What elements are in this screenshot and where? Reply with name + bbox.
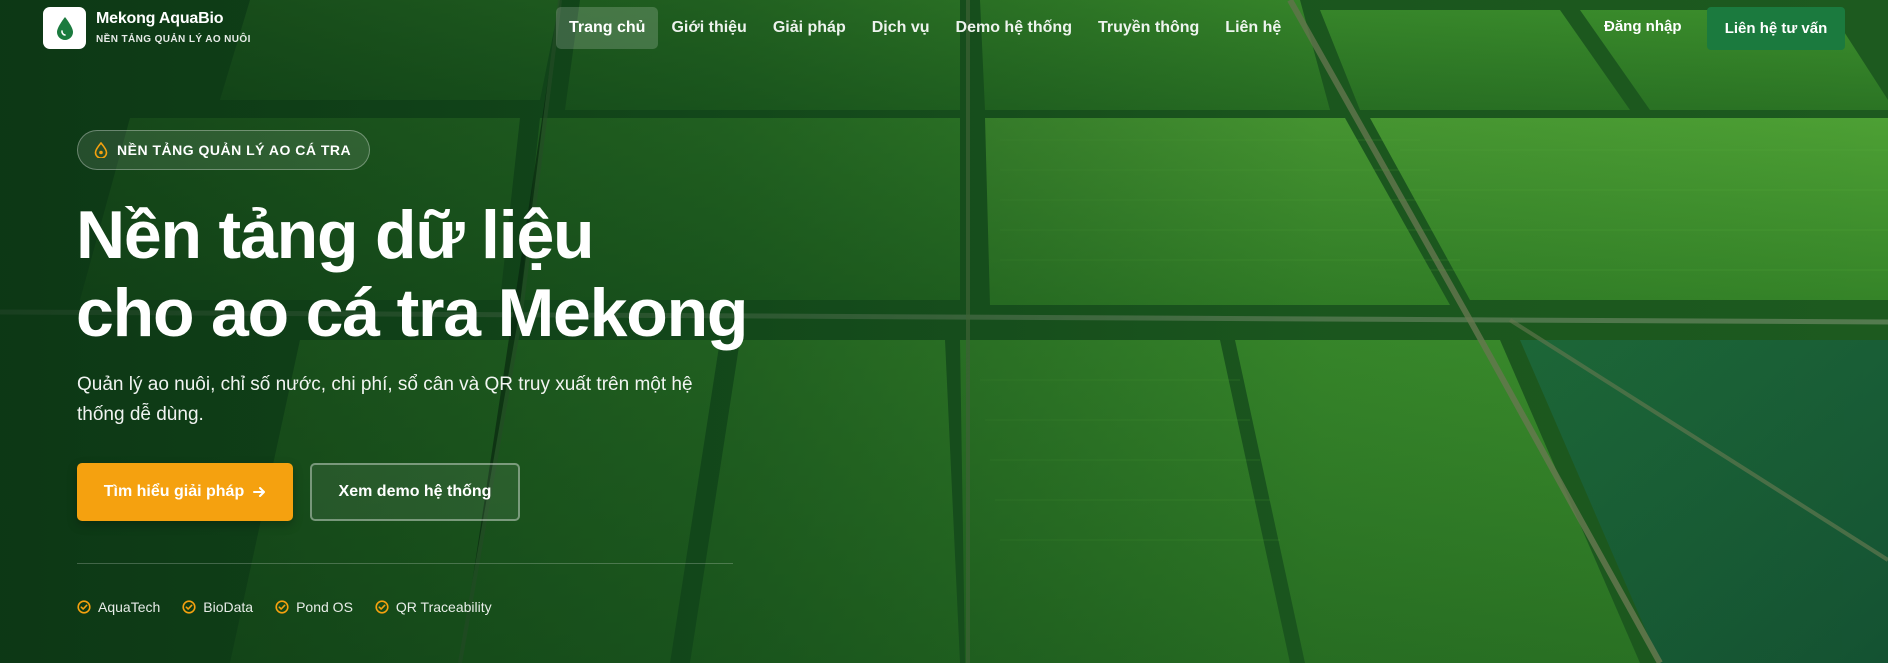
nav-item-about[interactable]: Giới thiệu: [658, 7, 759, 49]
water-drop-icon: [56, 17, 73, 40]
contact-consult-button[interactable]: Liên hệ tư vấn: [1707, 7, 1845, 50]
check-circle-icon: [182, 600, 196, 614]
hero-title: Nền tảng dữ liệu cho ao cá tra Mekong: [76, 196, 748, 352]
feature-label: Pond OS: [296, 599, 353, 615]
nav-item-services[interactable]: Dịch vụ: [859, 7, 943, 49]
check-circle-icon: [375, 600, 389, 614]
hero-title-line-2: cho ao cá tra Mekong: [76, 275, 748, 351]
view-demo-button[interactable]: Xem demo hệ thống: [310, 463, 520, 521]
login-link[interactable]: Đăng nhập: [1604, 18, 1682, 35]
feature-item: AquaTech: [77, 599, 160, 615]
top-navigation-bar: Mekong AquaBio NỀN TẢNG QUẢN LÝ AO NUÔI …: [0, 0, 1888, 56]
brand-name[interactable]: Mekong AquaBio: [96, 10, 223, 28]
feature-item: BioData: [182, 599, 253, 615]
arrow-right-icon: [253, 487, 266, 497]
feature-item: QR Traceability: [375, 599, 492, 615]
explore-solutions-button[interactable]: Tìm hiểu giải pháp: [77, 463, 293, 521]
nav-item-contact[interactable]: Liên hệ: [1212, 7, 1294, 49]
feature-item: Pond OS: [275, 599, 353, 615]
nav-item-solutions[interactable]: Giải pháp: [760, 7, 859, 49]
hero-subtitle: Quản lý ao nuôi, chỉ số nước, chi phí, s…: [77, 374, 693, 425]
feature-label: AquaTech: [98, 599, 161, 615]
brand-logo[interactable]: [43, 7, 86, 49]
nav-item-media[interactable]: Truyền thông: [1085, 7, 1212, 49]
hero-title-line-1: Nền tảng dữ liệu: [76, 197, 595, 273]
hero-badge: NỀN TẢNG QUẢN LÝ AO CÁ TRA: [77, 130, 371, 170]
water-drop-icon: [94, 142, 108, 158]
brand-tagline: NỀN TẢNG QUẢN LÝ AO NUÔI: [96, 34, 251, 45]
nav-item-home[interactable]: Trang chủ: [556, 7, 659, 49]
main-nav: Trang chủ Giới thiệu Giải pháp Dịch vụ D…: [556, 7, 1294, 49]
hero-divider: [77, 563, 733, 564]
feature-label: QR Traceability: [395, 599, 492, 615]
check-circle-icon: [275, 600, 289, 614]
feature-list: AquaTech BioData Pond OS QR Traceability: [77, 599, 492, 615]
check-circle-icon: [77, 600, 91, 614]
feature-label: BioData: [203, 599, 254, 615]
hero-badge-label: NỀN TẢNG QUẢN LÝ AO CÁ TRA: [117, 142, 352, 158]
explore-solutions-label: Tìm hiểu giải pháp: [103, 483, 245, 500]
nav-item-demo[interactable]: Demo hệ thống: [943, 7, 1085, 49]
